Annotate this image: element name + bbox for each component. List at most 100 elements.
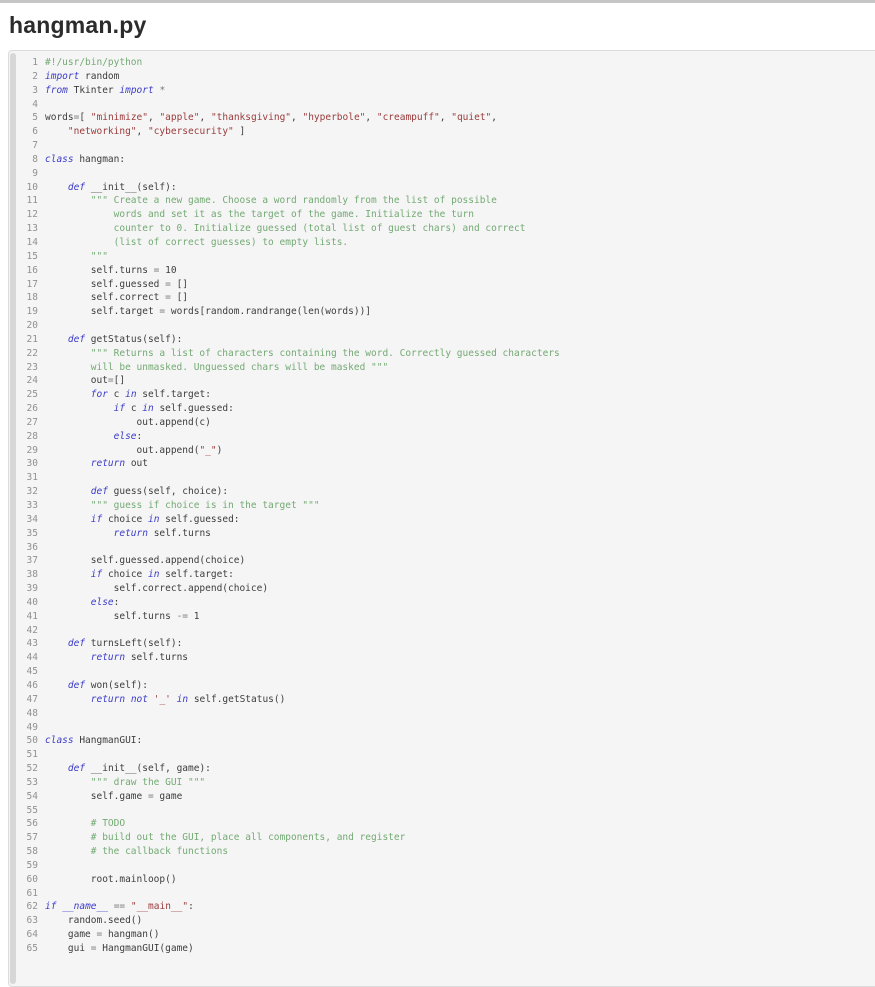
code-line: 11 """ Create a new game. Choose a word … <box>9 194 875 208</box>
code-line: 42 <box>9 624 875 638</box>
code-panel: 1#!/usr/bin/python2import random3from Tk… <box>8 50 875 987</box>
code-text: # the callback functions <box>38 845 228 859</box>
code-text: return not '_' in self.getStatus() <box>38 693 285 707</box>
code-line: 53 """ draw the GUI """ <box>9 776 875 790</box>
code-text: """ draw the GUI """ <box>38 776 205 790</box>
code-text: self.correct.append(choice) <box>38 582 268 596</box>
code-text: #!/usr/bin/python <box>38 56 142 70</box>
code-line: 24 out=[] <box>9 374 875 388</box>
code-line: 17 self.guessed = [] <box>9 278 875 292</box>
code-line: 46 def won(self): <box>9 679 875 693</box>
code-line: 5words=[ "minimize", "apple", "thanksgiv… <box>9 111 875 125</box>
code-text: return self.turns <box>38 651 188 665</box>
code-text: counter to 0. Initialize guessed (total … <box>38 222 525 236</box>
code-line: 60 root.mainloop() <box>9 873 875 887</box>
code-text: from Tkinter import * <box>38 84 165 98</box>
code-text: self.turns -= 1 <box>38 610 199 624</box>
code-line: 48 <box>9 707 875 721</box>
code-line: 62if __name__ == "__main__": <box>9 900 875 914</box>
code-text: out.append(c) <box>38 416 211 430</box>
code-text <box>38 859 45 873</box>
code-text: self.game = game <box>38 790 182 804</box>
code-line: 65 gui = HangmanGUI(game) <box>9 942 875 956</box>
code-line: 7 <box>9 139 875 153</box>
code-line: 43 def turnsLeft(self): <box>9 637 875 651</box>
code-line: 1#!/usr/bin/python <box>9 56 875 70</box>
code-line: 23 will be unmasked. Unguessed chars wil… <box>9 361 875 375</box>
code-line: 52 def __init__(self, game): <box>9 762 875 776</box>
code-text: def __init__(self): <box>38 181 177 195</box>
code-line: 59 <box>9 859 875 873</box>
code-line: 56 # TODO <box>9 817 875 831</box>
code-line: 61 <box>9 887 875 901</box>
code-text: for c in self.target: <box>38 388 211 402</box>
code-text: def won(self): <box>38 679 148 693</box>
code-text: if choice in self.guessed: <box>38 513 240 527</box>
code-line: 45 <box>9 665 875 679</box>
code-text: if choice in self.target: <box>38 568 234 582</box>
code-text: import random <box>38 70 119 84</box>
code-line: 21 def getStatus(self): <box>9 333 875 347</box>
code-line: 63 random.seed() <box>9 914 875 928</box>
code-text: """ <box>38 250 108 264</box>
code-line: 16 self.turns = 10 <box>9 264 875 278</box>
code-text <box>38 665 45 679</box>
code-line: 28 else: <box>9 430 875 444</box>
code-text <box>38 98 45 112</box>
file-title: hangman.py <box>9 12 875 38</box>
code-text: out.append("_") <box>38 444 222 458</box>
code-text: game = hangman() <box>38 928 159 942</box>
code-line: 25 for c in self.target: <box>9 388 875 402</box>
code-text: self.turns = 10 <box>38 264 177 278</box>
code-line: 55 <box>9 804 875 818</box>
code-line: 31 <box>9 471 875 485</box>
code-line: 57 # build out the GUI, place all compon… <box>9 831 875 845</box>
code-text: class hangman: <box>38 153 125 167</box>
code-lines: 1#!/usr/bin/python2import random3from Tk… <box>9 56 875 956</box>
code-line: 9 <box>9 167 875 181</box>
code-text: else: <box>38 596 119 610</box>
code-line: 34 if choice in self.guessed: <box>9 513 875 527</box>
code-line: 49 <box>9 721 875 735</box>
code-text: if c in self.guessed: <box>38 402 234 416</box>
code-text: self.target = words[random.randrange(len… <box>38 305 371 319</box>
code-line: 22 """ Returns a list of characters cont… <box>9 347 875 361</box>
code-text: will be unmasked. Unguessed chars will b… <box>38 361 388 375</box>
code-line: 6 "networking", "cybersecurity" ] <box>9 125 875 139</box>
code-text: self.correct = [] <box>38 291 188 305</box>
code-text: else: <box>38 430 142 444</box>
code-text: return out <box>38 457 148 471</box>
code-text: # build out the GUI, place all component… <box>38 831 405 845</box>
code-line: 18 self.correct = [] <box>9 291 875 305</box>
page-top-border <box>0 0 875 3</box>
code-line: 47 return not '_' in self.getStatus() <box>9 693 875 707</box>
code-text: """ guess if choice is in the target """ <box>38 499 320 513</box>
code-text: # TODO <box>38 817 125 831</box>
code-line: 54 self.game = game <box>9 790 875 804</box>
code-line: 39 self.correct.append(choice) <box>9 582 875 596</box>
code-line: 8class hangman: <box>9 153 875 167</box>
code-text: def __init__(self, game): <box>38 762 211 776</box>
code-text: words and set it as the target of the ga… <box>38 208 474 222</box>
code-line: 38 if choice in self.target: <box>9 568 875 582</box>
code-text: class HangmanGUI: <box>38 734 142 748</box>
code-line: 51 <box>9 748 875 762</box>
code-line: 41 self.turns -= 1 <box>9 610 875 624</box>
code-line: 27 out.append(c) <box>9 416 875 430</box>
left-scrollbar-strip <box>10 53 16 984</box>
code-line: 4 <box>9 98 875 112</box>
code-text: def getStatus(self): <box>38 333 182 347</box>
code-text <box>38 624 45 638</box>
code-line: 32 def guess(self, choice): <box>9 485 875 499</box>
code-text: "networking", "cybersecurity" ] <box>38 125 245 139</box>
code-line: 33 """ guess if choice is in the target … <box>9 499 875 513</box>
code-text: """ Returns a list of characters contain… <box>38 347 560 361</box>
code-line: 2import random <box>9 70 875 84</box>
code-text: return self.turns <box>38 527 211 541</box>
code-text: def turnsLeft(self): <box>38 637 182 651</box>
code-line: 19 self.target = words[random.randrange(… <box>9 305 875 319</box>
code-line: 50class HangmanGUI: <box>9 734 875 748</box>
code-text: def guess(self, choice): <box>38 485 228 499</box>
code-line: 37 self.guessed.append(choice) <box>9 554 875 568</box>
code-text <box>38 887 45 901</box>
